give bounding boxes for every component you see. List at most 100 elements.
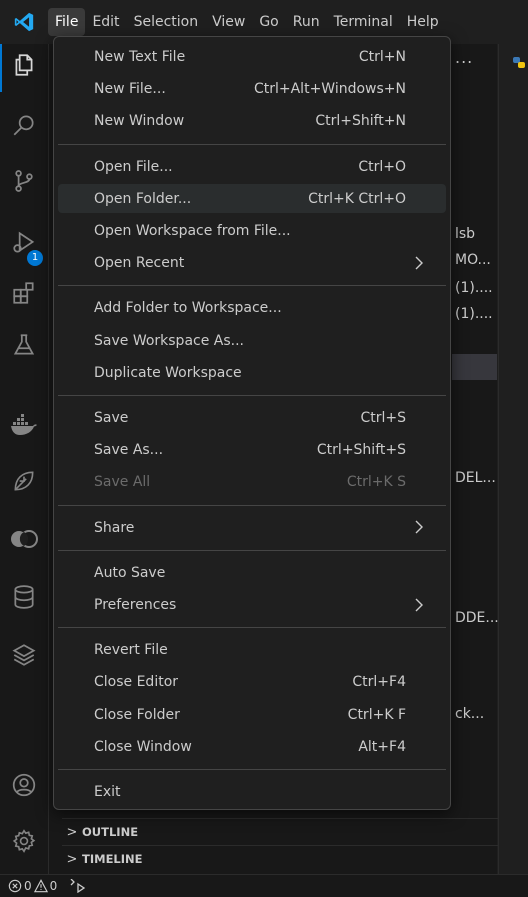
menu-item-label: Save Workspace As...	[94, 332, 245, 349]
menu-item-label: Open Folder...	[94, 190, 192, 207]
menu-file[interactable]: File	[48, 8, 86, 36]
menu-item-revert-file[interactable]: Revert File	[58, 636, 446, 665]
menu-item-save-as[interactable]: Save As... Ctrl+Shift+S	[58, 436, 446, 465]
menu-item-label: New Window	[94, 113, 185, 130]
menu-item-open-recent[interactable]: Open Recent	[58, 249, 446, 278]
menu-item-label: New File...	[94, 81, 166, 98]
menu-item-shortcut: Ctrl+S	[360, 410, 406, 426]
source-control-icon[interactable]	[0, 168, 48, 194]
menu-separator	[58, 504, 446, 506]
menu-view[interactable]: View	[205, 8, 252, 36]
menu-item-close-window[interactable]: Close Window Alt+F4	[58, 732, 446, 761]
warning-count: 0	[49, 879, 58, 893]
menu-item-label: Save	[94, 410, 129, 426]
live-share-icon[interactable]	[0, 528, 48, 550]
tree-item-peek[interactable]: ck...	[455, 706, 484, 722]
error-count: 0	[24, 879, 32, 893]
more-actions-button[interactable]: ...	[455, 48, 473, 67]
chevron-right-icon: >	[66, 851, 78, 867]
testing-flask-icon[interactable]	[0, 332, 48, 358]
menu-help[interactable]: Help	[400, 8, 446, 36]
warning-icon	[33, 879, 48, 893]
menu-item-shortcut: Ctrl+Shift+N	[315, 113, 406, 130]
menu-item-label: Close Window	[94, 738, 192, 755]
menu-item-close-editor[interactable]: Close Editor Ctrl+F4	[58, 668, 446, 697]
menu-item-label: Open File...	[94, 158, 173, 175]
tree-item-peek[interactable]: lsb	[455, 226, 475, 242]
menu-item-new-file[interactable]: New File... Ctrl+Alt+Windows+N	[58, 75, 446, 104]
menu-separator	[58, 395, 446, 396]
tree-item-peek[interactable]: DEL...	[455, 470, 496, 486]
outline-label: OUTLINE	[82, 825, 139, 839]
outline-section[interactable]: > OUTLINE	[62, 818, 498, 845]
menu-item-label: Add Folder to Workspace...	[94, 300, 282, 317]
tree-item-peek[interactable]: (1)....	[455, 306, 493, 322]
python-file-icon[interactable]	[512, 56, 528, 70]
chevron-right-icon	[414, 597, 424, 617]
problems-indicator[interactable]: 0 0	[8, 879, 57, 893]
selected-tree-row	[452, 354, 497, 380]
settings-gear-icon[interactable]	[0, 828, 48, 854]
remote-explorer-icon[interactable]	[0, 468, 48, 494]
menu-item-label: Open Workspace from File...	[94, 223, 291, 239]
menu-item-open-file[interactable]: Open File... Ctrl+O	[58, 152, 446, 181]
menu-item-shortcut: Ctrl+Shift+S	[316, 442, 406, 459]
menu-item-open-workspace-from-file[interactable]: Open Workspace from File...	[58, 217, 446, 246]
tree-item-peek[interactable]: DDE...	[455, 610, 499, 626]
menu-separator	[58, 549, 446, 551]
menu-go[interactable]: Go	[252, 8, 285, 36]
menu-item-save-all: Save All Ctrl+K S	[58, 468, 446, 497]
menu-item-save[interactable]: Save Ctrl+S	[58, 404, 446, 433]
menu-item-duplicate-workspace[interactable]: Duplicate Workspace	[58, 358, 446, 387]
menu-item-label: Open Recent	[94, 255, 185, 272]
timeline-label: TIMELINE	[82, 852, 143, 866]
menu-item-label: New Text File	[94, 49, 186, 65]
menu-item-shortcut: Ctrl+K Ctrl+O	[308, 190, 406, 207]
menu-item-label: Close Folder	[94, 706, 180, 723]
explorer-icon[interactable]	[0, 52, 48, 78]
menu-item-exit[interactable]: Exit	[58, 778, 446, 807]
menu-item-save-workspace-as[interactable]: Save Workspace As...	[58, 326, 446, 355]
menu-run[interactable]: Run	[286, 8, 327, 36]
tree-item-peek[interactable]: MO...	[455, 252, 491, 268]
docker-whale-icon[interactable]	[0, 414, 48, 436]
menu-item-label: Duplicate Workspace	[94, 364, 242, 381]
menu-item-new-window[interactable]: New Window Ctrl+Shift+N	[58, 107, 446, 136]
menu-item-shortcut: Ctrl+N	[358, 49, 406, 65]
account-icon[interactable]	[0, 772, 48, 798]
vscode-logo-icon	[0, 0, 48, 44]
menu-item-share[interactable]: Share	[58, 513, 446, 542]
menu-separator	[58, 769, 446, 770]
menu-item-shortcut: Ctrl+Alt+Windows+N	[253, 81, 406, 98]
chevron-right-icon: >	[66, 824, 78, 840]
menu-item-shortcut: Ctrl+O	[358, 158, 406, 175]
menu-item-label: Exit	[94, 784, 121, 800]
menu-item-preferences[interactable]: Preferences	[58, 591, 446, 620]
menu-item-new-text-file[interactable]: New Text File Ctrl+N	[58, 43, 446, 72]
menu-item-shortcut: Ctrl+K S	[346, 474, 406, 491]
menu-item-label: Close Editor	[94, 674, 179, 691]
menu-item-open-folder[interactable]: Open Folder... Ctrl+K Ctrl+O	[58, 184, 446, 214]
chevron-right-icon	[414, 255, 424, 275]
menu-selection[interactable]: Selection	[127, 8, 206, 36]
activity-bar: 1	[0, 44, 49, 874]
remote-indicator[interactable]	[69, 879, 86, 893]
timeline-section[interactable]: > TIMELINE	[62, 845, 498, 872]
layers-icon[interactable]	[0, 642, 48, 668]
menu-edit[interactable]: Edit	[85, 8, 126, 36]
database-icon[interactable]	[0, 584, 48, 610]
search-icon[interactable]	[0, 112, 48, 138]
menu-separator	[58, 143, 446, 145]
menu-item-label: Revert File	[94, 642, 168, 659]
menu-item-label: Auto Save	[94, 564, 166, 581]
extensions-icon[interactable]	[0, 280, 48, 306]
menu-item-add-folder-to-workspace[interactable]: Add Folder to Workspace...	[58, 294, 446, 323]
menu-terminal[interactable]: Terminal	[327, 8, 400, 36]
menu-item-shortcut: Ctrl+F4	[352, 674, 406, 691]
debug-badge: 1	[27, 250, 43, 266]
tree-item-peek[interactable]: (1)....	[455, 280, 493, 296]
menu-item-label: Preferences	[94, 597, 177, 613]
menu-item-close-folder[interactable]: Close Folder Ctrl+K F	[58, 700, 446, 729]
error-icon	[8, 879, 22, 893]
menu-item-auto-save[interactable]: Auto Save	[58, 558, 446, 587]
